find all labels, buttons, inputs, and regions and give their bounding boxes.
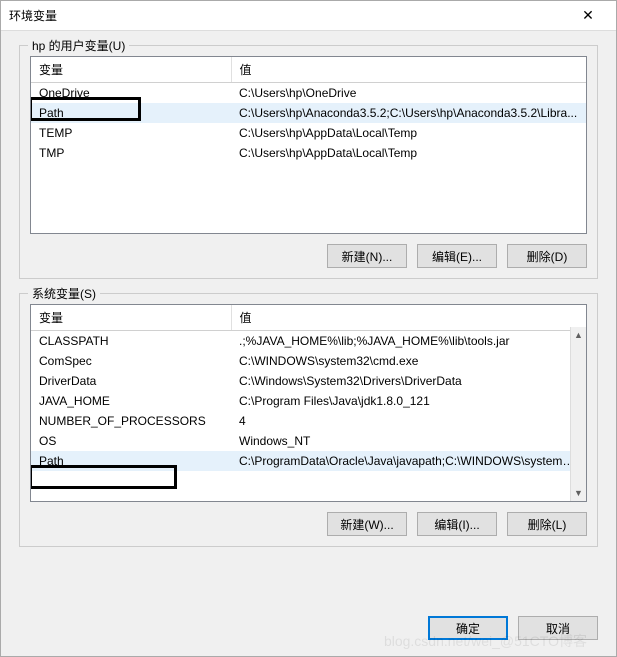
edit-system-var-button[interactable]: 编辑(I)...: [417, 512, 497, 536]
cancel-button[interactable]: 取消: [518, 616, 598, 640]
close-icon[interactable]: ✕: [568, 2, 608, 30]
user-vars-table[interactable]: 变量 值 OneDrive C:\Users\hp\OneDrive Path …: [31, 57, 586, 163]
delete-system-var-button[interactable]: 删除(L): [507, 512, 587, 536]
table-row[interactable]: CLASSPATH .;%JAVA_HOME%\lib;%JAVA_HOME%\…: [31, 331, 586, 352]
var-value: C:\Users\hp\Anaconda3.5.2;C:\Users\hp\An…: [231, 103, 586, 123]
var-name: CLASSPATH: [31, 331, 231, 352]
col-header-name[interactable]: 变量: [31, 57, 231, 83]
var-value: C:\Users\hp\AppData\Local\Temp: [231, 143, 586, 163]
ok-button[interactable]: 确定: [428, 616, 508, 640]
table-row[interactable]: ComSpec C:\WINDOWS\system32\cmd.exe: [31, 351, 586, 371]
var-value: .;%JAVA_HOME%\lib;%JAVA_HOME%\lib\tools.…: [231, 331, 586, 352]
var-name: ComSpec: [31, 351, 231, 371]
var-value: C:\Users\hp\AppData\Local\Temp: [231, 123, 586, 143]
var-name: JAVA_HOME: [31, 391, 231, 411]
system-group-label: 系统变量(S): [28, 285, 100, 302]
user-variables-group: hp 的用户变量(U) 变量 值 OneDrive C:\Users\hp\On…: [19, 45, 598, 279]
user-buttons: 新建(N)... 编辑(E)... 删除(D): [30, 244, 587, 268]
table-row[interactable]: DriverData C:\Windows\System32\Drivers\D…: [31, 371, 586, 391]
var-name: NUMBER_OF_PROCESSORS: [31, 411, 231, 431]
scroll-up-icon[interactable]: ▲: [571, 327, 586, 343]
table-row[interactable]: OS Windows_NT: [31, 431, 586, 451]
user-vars-table-container: 变量 值 OneDrive C:\Users\hp\OneDrive Path …: [30, 56, 587, 234]
var-value: C:\Program Files\Java\jdk1.8.0_121: [231, 391, 586, 411]
system-variables-group: 系统变量(S) 变量 值 CLASSPATH .;%JAVA_HOME%\lib…: [19, 293, 598, 547]
var-value: Windows_NT: [231, 431, 586, 451]
var-name: Path: [31, 103, 231, 123]
var-value: C:\Users\hp\OneDrive: [231, 83, 586, 104]
system-buttons: 新建(W)... 编辑(I)... 删除(L): [30, 512, 587, 536]
var-value: C:\Windows\System32\Drivers\DriverData: [231, 371, 586, 391]
var-name: TMP: [31, 143, 231, 163]
new-system-var-button[interactable]: 新建(W)...: [327, 512, 407, 536]
table-row[interactable]: Path C:\ProgramData\Oracle\Java\javapath…: [31, 451, 586, 471]
table-row[interactable]: NUMBER_OF_PROCESSORS 4: [31, 411, 586, 431]
system-vars-table[interactable]: 变量 值 CLASSPATH .;%JAVA_HOME%\lib;%JAVA_H…: [31, 305, 586, 471]
env-vars-dialog: 环境变量 ✕ hp 的用户变量(U) 变量 值 OneDriv: [0, 0, 617, 657]
var-name: OS: [31, 431, 231, 451]
new-user-var-button[interactable]: 新建(N)...: [327, 244, 407, 268]
var-name: Path: [31, 451, 231, 471]
user-group-label: hp 的用户变量(U): [28, 37, 129, 54]
col-header-value[interactable]: 值: [231, 305, 586, 331]
var-value: C:\WINDOWS\system32\cmd.exe: [231, 351, 586, 371]
window-title: 环境变量: [9, 7, 568, 24]
edit-user-var-button[interactable]: 编辑(E)...: [417, 244, 497, 268]
system-vars-table-container: 变量 值 CLASSPATH .;%JAVA_HOME%\lib;%JAVA_H…: [30, 304, 587, 502]
dialog-footer: 确定 取消: [1, 616, 616, 656]
var-name: TEMP: [31, 123, 231, 143]
delete-user-var-button[interactable]: 删除(D): [507, 244, 587, 268]
dialog-content: hp 的用户变量(U) 变量 值 OneDrive C:\Users\hp\On…: [1, 31, 616, 616]
col-header-name[interactable]: 变量: [31, 305, 231, 331]
var-value: C:\ProgramData\Oracle\Java\javapath;C:\W…: [231, 451, 586, 471]
var-name: OneDrive: [31, 83, 231, 104]
scrollbar[interactable]: ▲ ▼: [570, 327, 586, 501]
table-row[interactable]: TEMP C:\Users\hp\AppData\Local\Temp: [31, 123, 586, 143]
table-row[interactable]: JAVA_HOME C:\Program Files\Java\jdk1.8.0…: [31, 391, 586, 411]
col-header-value[interactable]: 值: [231, 57, 586, 83]
titlebar: 环境变量 ✕: [1, 1, 616, 31]
var-value: 4: [231, 411, 586, 431]
table-row[interactable]: TMP C:\Users\hp\AppData\Local\Temp: [31, 143, 586, 163]
table-row[interactable]: OneDrive C:\Users\hp\OneDrive: [31, 83, 586, 104]
table-row[interactable]: Path C:\Users\hp\Anaconda3.5.2;C:\Users\…: [31, 103, 586, 123]
scroll-down-icon[interactable]: ▼: [571, 485, 586, 501]
var-name: DriverData: [31, 371, 231, 391]
